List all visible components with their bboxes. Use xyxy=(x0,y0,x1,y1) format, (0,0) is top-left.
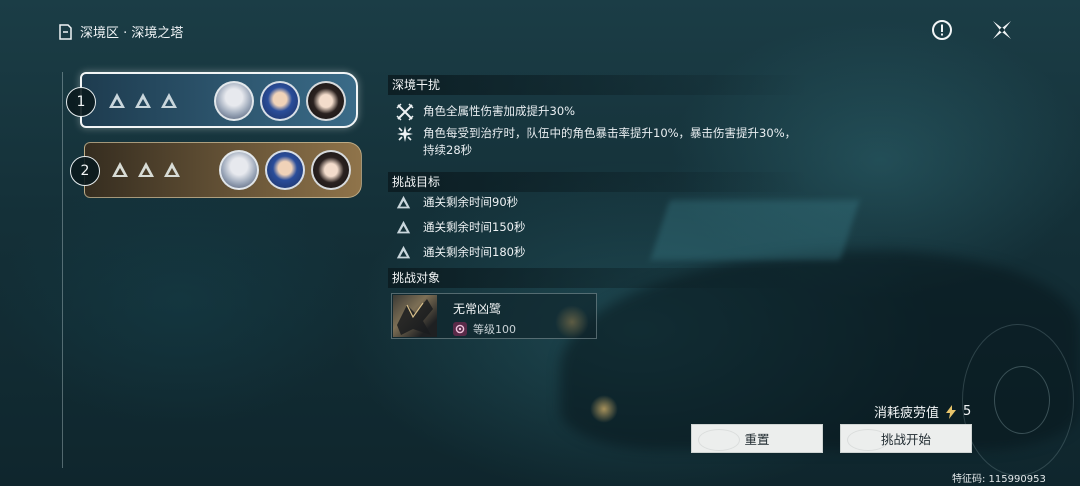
triangle-star-icon xyxy=(109,93,125,108)
objectives-heading: 挑战目标 xyxy=(388,172,808,192)
objective-text: 通关剩余时间90秒 xyxy=(423,195,519,209)
buff-text: 角色全属性伤害加成提升30% xyxy=(423,104,576,118)
enemy-level: 等级100 xyxy=(473,323,516,336)
star-rating xyxy=(108,92,178,110)
enemy-portrait xyxy=(393,295,437,337)
page-title: 深境区 · 深境之塔 xyxy=(80,26,184,41)
triangle-star-icon xyxy=(112,162,128,177)
sword-cross-icon xyxy=(396,103,414,121)
buff-item: 角色每受到治疗时，队伍中的角色暴击率提升10%，暴击伤害提升30%，持续28秒 xyxy=(396,125,806,159)
buff-text: 角色每受到治疗时，队伍中的角色暴击率提升10%，暴击伤害提升30%，持续28秒 xyxy=(423,126,797,157)
objective-item: 通关剩余时间90秒 xyxy=(396,194,518,210)
team-timeline xyxy=(62,72,63,468)
close-icon xyxy=(993,21,1011,39)
stamina-cost: 消耗疲劳值 5 xyxy=(874,402,971,421)
team-avatars xyxy=(214,81,346,121)
triangle-star-icon xyxy=(135,93,151,108)
avatar xyxy=(260,81,300,121)
buff-item: 角色全属性伤害加成提升30% xyxy=(396,103,575,121)
info-button[interactable] xyxy=(930,18,954,42)
triangle-star-icon xyxy=(396,220,411,233)
objective-text: 通关剩余时间180秒 xyxy=(423,245,526,259)
avatar xyxy=(214,81,254,121)
triangle-star-icon xyxy=(396,245,411,258)
start-challenge-button[interactable]: 挑战开始 xyxy=(840,424,972,453)
avatar xyxy=(219,150,259,190)
team-card-1[interactable] xyxy=(80,72,358,128)
avatar xyxy=(306,81,346,121)
objective-item: 通关剩余时间150秒 xyxy=(396,219,525,235)
enemy-card[interactable]: 无常凶鹭 等级100 xyxy=(391,293,597,339)
tower-icon xyxy=(59,23,72,40)
enemy-level-row: 等级100 xyxy=(453,321,516,337)
team-number-badge: 2 xyxy=(70,156,100,186)
background-lamp xyxy=(590,395,618,423)
element-icon xyxy=(453,322,467,336)
avatar xyxy=(311,150,351,190)
reset-button[interactable]: 重置 xyxy=(691,424,823,453)
team-avatars xyxy=(219,150,351,190)
avatar xyxy=(265,150,305,190)
triangle-star-icon xyxy=(138,162,154,177)
enemies-heading: 挑战对象 xyxy=(388,268,808,288)
stamina-cost-value: 5 xyxy=(963,404,972,419)
objective-text: 通关剩余时间150秒 xyxy=(423,220,526,234)
star-rating xyxy=(111,161,181,179)
player-uid: 特征码: 115990953 xyxy=(952,474,1046,485)
background-ring xyxy=(962,324,1074,476)
triangle-star-icon xyxy=(164,162,180,177)
disturbance-heading: 深境干扰 xyxy=(388,75,808,95)
background-ring xyxy=(994,366,1050,434)
close-button[interactable] xyxy=(990,18,1014,42)
lightning-icon xyxy=(946,404,957,419)
stamina-cost-label: 消耗疲劳值 xyxy=(874,406,940,421)
triangle-star-icon xyxy=(161,93,177,108)
burst-icon xyxy=(397,126,413,142)
triangle-star-icon xyxy=(396,195,411,208)
background-screen xyxy=(650,200,860,260)
team-card-2[interactable] xyxy=(84,142,362,198)
team-number-badge: 1 xyxy=(66,87,96,117)
info-icon xyxy=(932,20,952,40)
enemy-name: 无常凶鹭 xyxy=(453,302,502,316)
objective-item: 通关剩余时间180秒 xyxy=(396,244,525,260)
page-header: 深境区 · 深境之塔 xyxy=(58,22,183,41)
